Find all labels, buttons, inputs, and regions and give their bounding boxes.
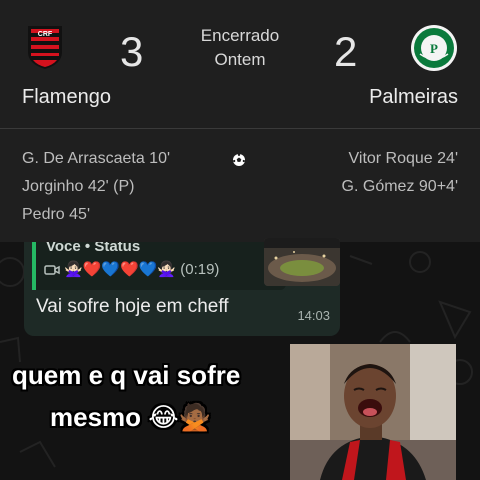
- away-team-name[interactable]: Palmeiras: [369, 86, 458, 109]
- divider: [0, 128, 480, 129]
- away-scorer: G. Gómez 90+4': [341, 178, 458, 195]
- palmeiras-crest-icon: P: [411, 25, 457, 71]
- quoted-author: Voce • Status: [46, 242, 141, 255]
- quoted-status-reply[interactable]: Voce • Status 🙅🏻‍♀️❤️💙❤️💙🙅🏻‍♀️ (0:19): [32, 242, 286, 290]
- message-text: Vai sofre hoje em cheff: [36, 296, 229, 317]
- stadium-thumbnail-image: [264, 238, 340, 286]
- match-date: Ontem: [214, 50, 266, 69]
- video-icon: [44, 265, 60, 275]
- home-team-name[interactable]: Flamengo: [22, 86, 111, 109]
- quoted-content: 🙅🏻‍♀️❤️💙❤️💙🙅🏻‍♀️ (0:19): [64, 261, 220, 278]
- overlay-caption-line2: mesmo 😂🙅🏾: [50, 402, 212, 432]
- home-score: 3: [120, 28, 144, 75]
- away-score: 2: [334, 28, 358, 75]
- match-score-card[interactable]: CRF 3 Encerrado Ontem 2 P Flamengo Palme…: [0, 0, 480, 242]
- message-bubble[interactable]: Voce • Status 🙅🏻‍♀️❤️💙❤️💙🙅🏻‍♀️ (0:19) Va…: [24, 238, 340, 336]
- quoted-content-row: 🙅🏻‍♀️❤️💙❤️💙🙅🏻‍♀️ (0:19): [44, 260, 219, 278]
- chat-area: Voce • Status 🙅🏻‍♀️❤️💙❤️💙🙅🏻‍♀️ (0:19) Va…: [0, 238, 480, 480]
- soccer-ball-icon: [233, 153, 245, 166]
- flamengo-crest-icon: CRF: [28, 26, 62, 69]
- overlay-caption-line1: quem e q vai sofre: [12, 360, 241, 390]
- home-scorer: Jorginho 42' (P): [22, 178, 135, 195]
- status-thumbnail[interactable]: [264, 238, 340, 286]
- match-status: Encerrado: [200, 26, 280, 45]
- laughing-person-image: [290, 344, 456, 480]
- home-scorer: G. De Arrascaeta 10': [22, 150, 171, 167]
- message-timestamp: 14:03: [297, 308, 330, 323]
- reaction-photo: [290, 344, 456, 480]
- svg-text:CRF: CRF: [38, 31, 53, 38]
- home-scorer: Pedro 45': [22, 206, 90, 223]
- away-scorer: Vitor Roque 24': [348, 150, 459, 167]
- svg-text:P: P: [430, 41, 438, 56]
